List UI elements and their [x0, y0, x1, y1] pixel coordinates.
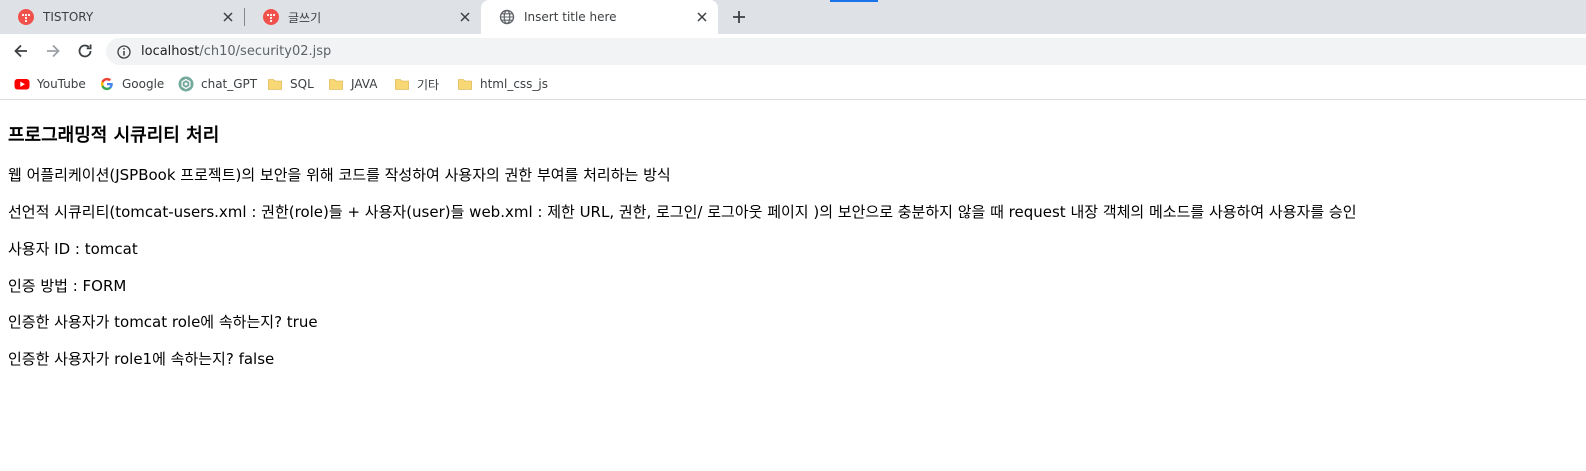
- page-heading: 프로그래밍적 시큐리티 처리: [8, 125, 220, 146]
- plus-icon: [733, 11, 745, 23]
- close-icon[interactable]: [457, 9, 473, 25]
- close-icon[interactable]: [220, 9, 236, 25]
- folder-icon: [457, 76, 473, 92]
- info-icon[interactable]: [117, 44, 131, 59]
- bookmark-folder-etc[interactable]: 기타: [394, 75, 439, 93]
- tab-title: Insert title here: [524, 10, 617, 24]
- bookmark-folder-html[interactable]: html_css_js: [457, 75, 548, 93]
- new-tab-button[interactable]: [729, 7, 749, 27]
- url-host: localhost: [141, 44, 200, 59]
- bookmark-google[interactable]: Google: [99, 75, 164, 93]
- role1-check-text: 인증한 사용자가 role1에 속하는지? false: [8, 350, 275, 368]
- tab-insert-title[interactable]: Insert title here: [481, 0, 718, 34]
- url-path: /ch10/security02.jsp: [199, 44, 332, 59]
- bookmark-label: html_css_js: [480, 77, 549, 91]
- youtube-icon: [14, 76, 30, 92]
- bookmark-folder-sql[interactable]: SQL: [267, 75, 314, 93]
- back-button[interactable]: [9, 39, 33, 63]
- bookmark-label: YouTube: [37, 77, 86, 91]
- bookmark-chatgpt[interactable]: chat_GPT: [178, 75, 257, 93]
- tab-strip: TISTORY 글쓰기 Insert title here: [0, 0, 1586, 34]
- bookmark-label: chat_GPT: [201, 77, 258, 91]
- arrow-right-icon: [47, 44, 60, 58]
- chatgpt-icon: [178, 76, 194, 92]
- address-bar[interactable]: localhost/ch10/security02.jsp: [106, 38, 1586, 65]
- url-text: localhost/ch10/security02.jsp: [141, 44, 331, 59]
- description-paragraph: 웹 어플리케이션(JSPBook 프로젝트)의 보안을 위해 코드를 작성하여 …: [8, 166, 671, 184]
- reload-button[interactable]: [73, 39, 97, 63]
- bookmark-folder-java[interactable]: JAVA: [328, 75, 377, 93]
- declarative-security-paragraph: 선언적 시큐리티(tomcat-users.xml : 권한(role)들 + …: [8, 203, 1357, 221]
- accent-bar: [830, 0, 878, 2]
- folder-icon: [267, 76, 283, 92]
- tomcat-role-check-text: 인증한 사용자가 tomcat role에 속하는지? true: [8, 313, 318, 331]
- tistory-icon: [263, 9, 279, 25]
- forward-button[interactable]: [41, 39, 65, 63]
- tab-tistory[interactable]: TISTORY: [0, 0, 244, 34]
- arrow-left-icon: [14, 44, 27, 58]
- auth-method-text: 인증 방법 : FORM: [8, 277, 127, 295]
- tistory-icon: [18, 9, 34, 25]
- tab-title: TISTORY: [43, 10, 94, 24]
- bookmark-label: JAVA: [351, 77, 378, 91]
- folder-icon: [394, 76, 410, 92]
- tab-write[interactable]: 글쓰기: [245, 0, 481, 34]
- reload-icon: [78, 44, 92, 58]
- bookmark-youtube[interactable]: YouTube: [14, 75, 86, 93]
- close-icon[interactable]: [694, 9, 710, 25]
- globe-icon: [499, 9, 515, 25]
- folder-icon: [328, 76, 344, 92]
- bookmark-label: 기타: [417, 77, 440, 92]
- user-id-text: 사용자 ID : tomcat: [8, 240, 138, 258]
- google-icon: [99, 76, 115, 92]
- tab-title: 글쓰기: [288, 10, 322, 25]
- bookmark-label: Google: [122, 77, 165, 91]
- bookmarks-bar: YouTube Google chat_GPT SQL JAVA 기타 html…: [0, 68, 1586, 100]
- bookmark-label: SQL: [290, 77, 314, 91]
